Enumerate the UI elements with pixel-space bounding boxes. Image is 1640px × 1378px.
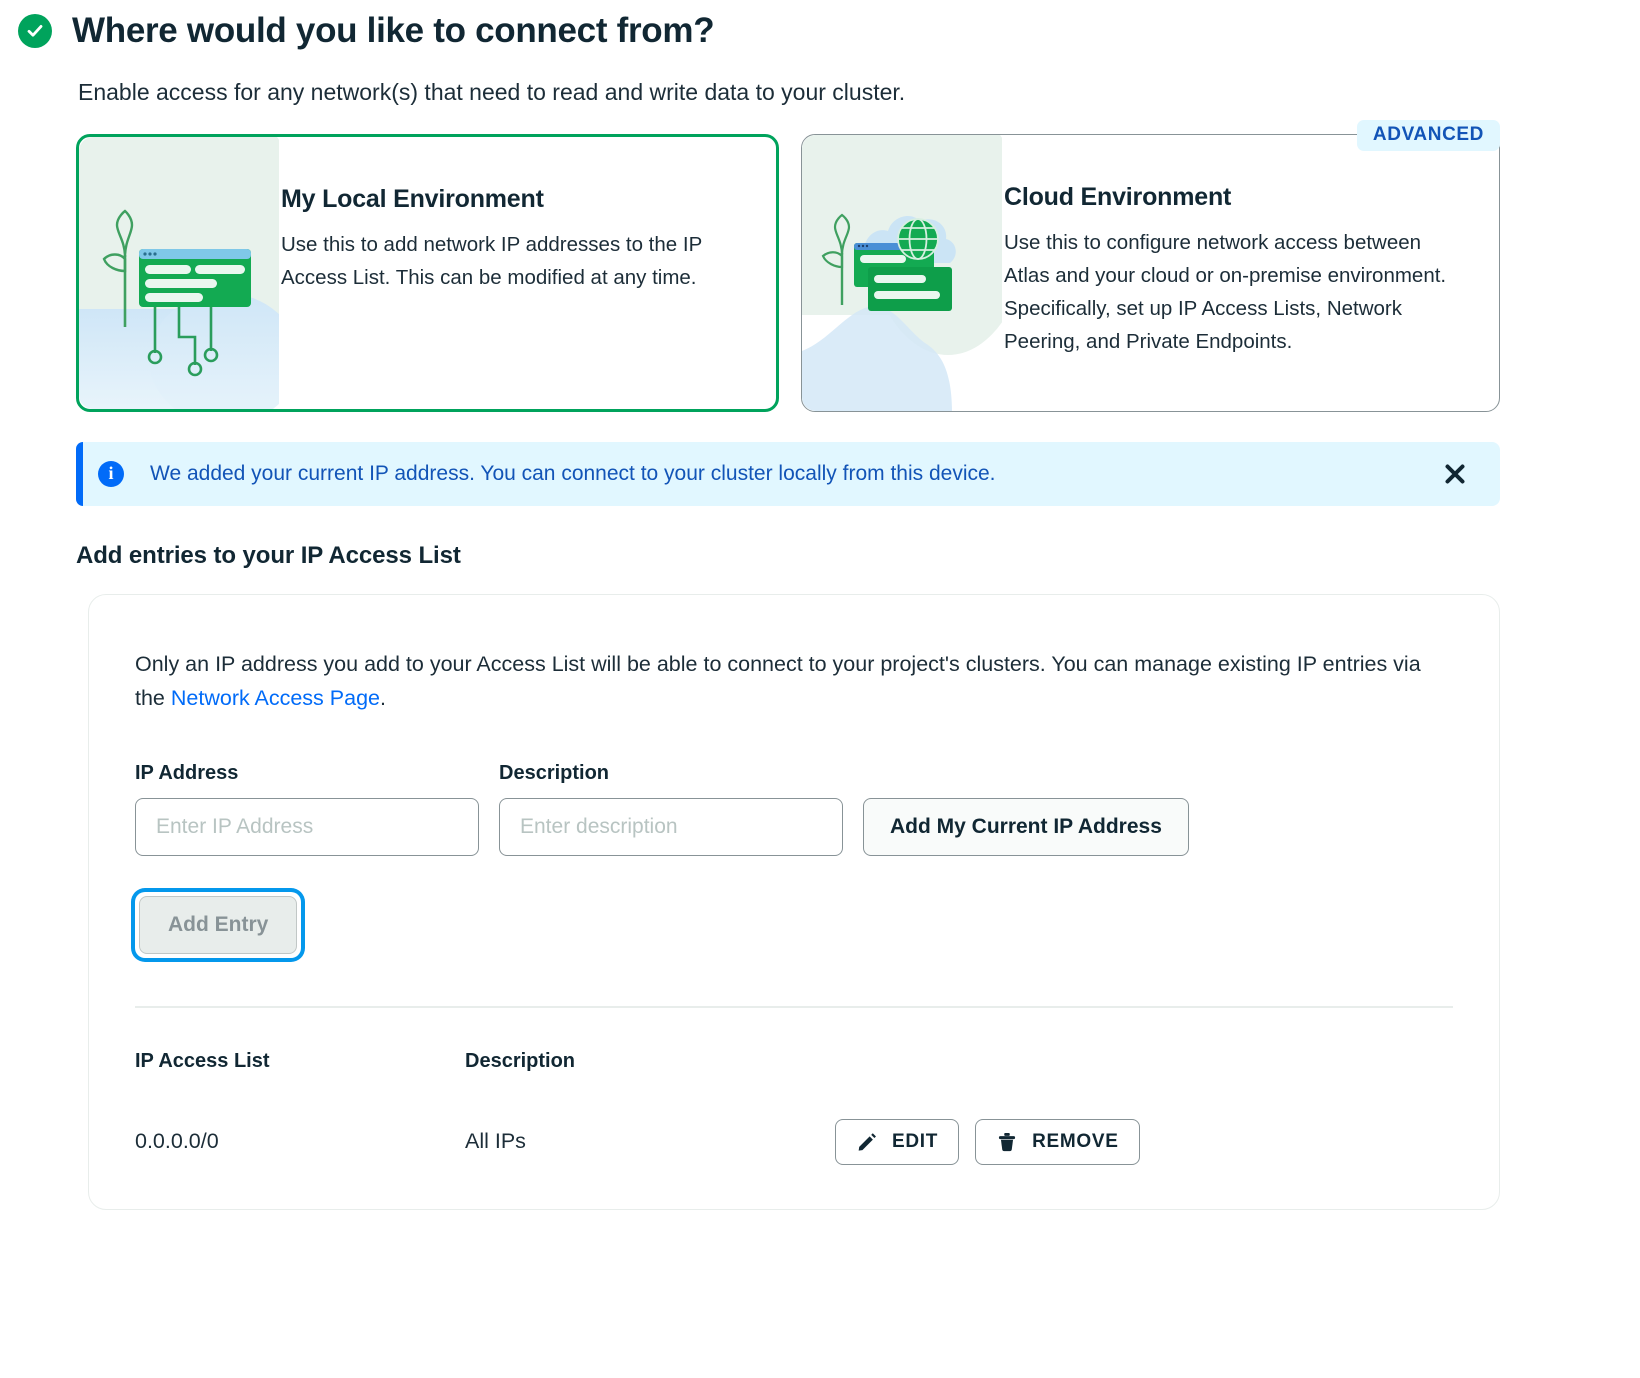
add-my-current-ip-button[interactable]: Add My Current IP Address xyxy=(863,798,1189,857)
info-banner-text: We added your current IP address. You ca… xyxy=(150,461,996,485)
environment-card-row: My Local Environment Use this to add net… xyxy=(76,119,1500,412)
description-field-group: Description xyxy=(499,762,843,857)
add-entry-button[interactable]: Add Entry xyxy=(139,896,298,955)
trash-icon xyxy=(996,1131,1018,1153)
info-banner: i We added your current IP address. You … xyxy=(76,441,1500,506)
ip-address-input[interactable] xyxy=(135,798,479,857)
info-icon: i xyxy=(98,460,124,487)
remove-button[interactable]: REMOVE xyxy=(975,1118,1140,1165)
edit-button-label: EDIT xyxy=(892,1130,939,1152)
page-title: Where would you like to connect from? xyxy=(72,11,715,50)
network-access-page-link[interactable]: Network Access Page xyxy=(171,686,380,710)
description-input[interactable] xyxy=(499,798,843,857)
row-actions: EDIT REMOVE xyxy=(835,1118,1453,1165)
environment-card-description: Use this to add network IP addresses to … xyxy=(281,232,702,289)
access-list-intro-period: . xyxy=(380,686,386,711)
access-list-intro: Only an IP address you add to your Acces… xyxy=(135,647,1453,717)
add-entry-form: IP Address Description Add My Current IP… xyxy=(135,762,1453,857)
column-header-description: Description xyxy=(465,1049,576,1072)
table-row: 0.0.0.0/0 All IPs EDIT REMOVE xyxy=(135,1118,1453,1165)
page-subtitle: Enable access for any network(s) that ne… xyxy=(78,78,906,105)
pencil-icon xyxy=(856,1131,878,1153)
close-icon[interactable] xyxy=(1440,459,1470,489)
edit-button[interactable]: EDIT xyxy=(835,1118,960,1165)
environment-card-local[interactable]: My Local Environment Use this to add net… xyxy=(76,133,779,412)
cell-description: All IPs xyxy=(465,1129,526,1154)
advanced-badge: ADVANCED xyxy=(1356,119,1500,151)
remove-button-label: REMOVE xyxy=(1032,1130,1119,1152)
environment-card-title: My Local Environment xyxy=(281,184,544,213)
environment-card-description: Use this to configure network access bet… xyxy=(1004,230,1447,354)
ip-address-label: IP Address xyxy=(135,762,239,785)
environment-card-cloud[interactable]: ADVANCED Cloud Environment Use this to c… xyxy=(801,119,1500,412)
cloud-environment-illustration xyxy=(802,134,1002,411)
description-label: Description xyxy=(499,762,610,785)
table-header-row: IP Access List Description xyxy=(135,1050,1453,1073)
page-header: Where would you like to connect from? xyxy=(0,0,1640,51)
ip-address-field-group: IP Address xyxy=(135,762,479,857)
add-entry-focus-ring: Add Entry xyxy=(135,892,301,958)
environment-card-title: Cloud Environment xyxy=(1004,182,1232,211)
ip-access-list-card: Only an IP address you add to your Acces… xyxy=(88,593,1500,1210)
check-circle-icon xyxy=(18,14,52,49)
cell-ip-address: 0.0.0.0/0 xyxy=(135,1129,219,1154)
local-environment-illustration xyxy=(79,136,279,409)
column-header-ip-access-list: IP Access List xyxy=(135,1049,270,1072)
ip-access-list-table: IP Access List Description 0.0.0.0/0 All… xyxy=(89,1050,1499,1165)
section-heading: Add entries to your IP Access List xyxy=(76,541,461,569)
section-divider xyxy=(135,1006,1453,1008)
